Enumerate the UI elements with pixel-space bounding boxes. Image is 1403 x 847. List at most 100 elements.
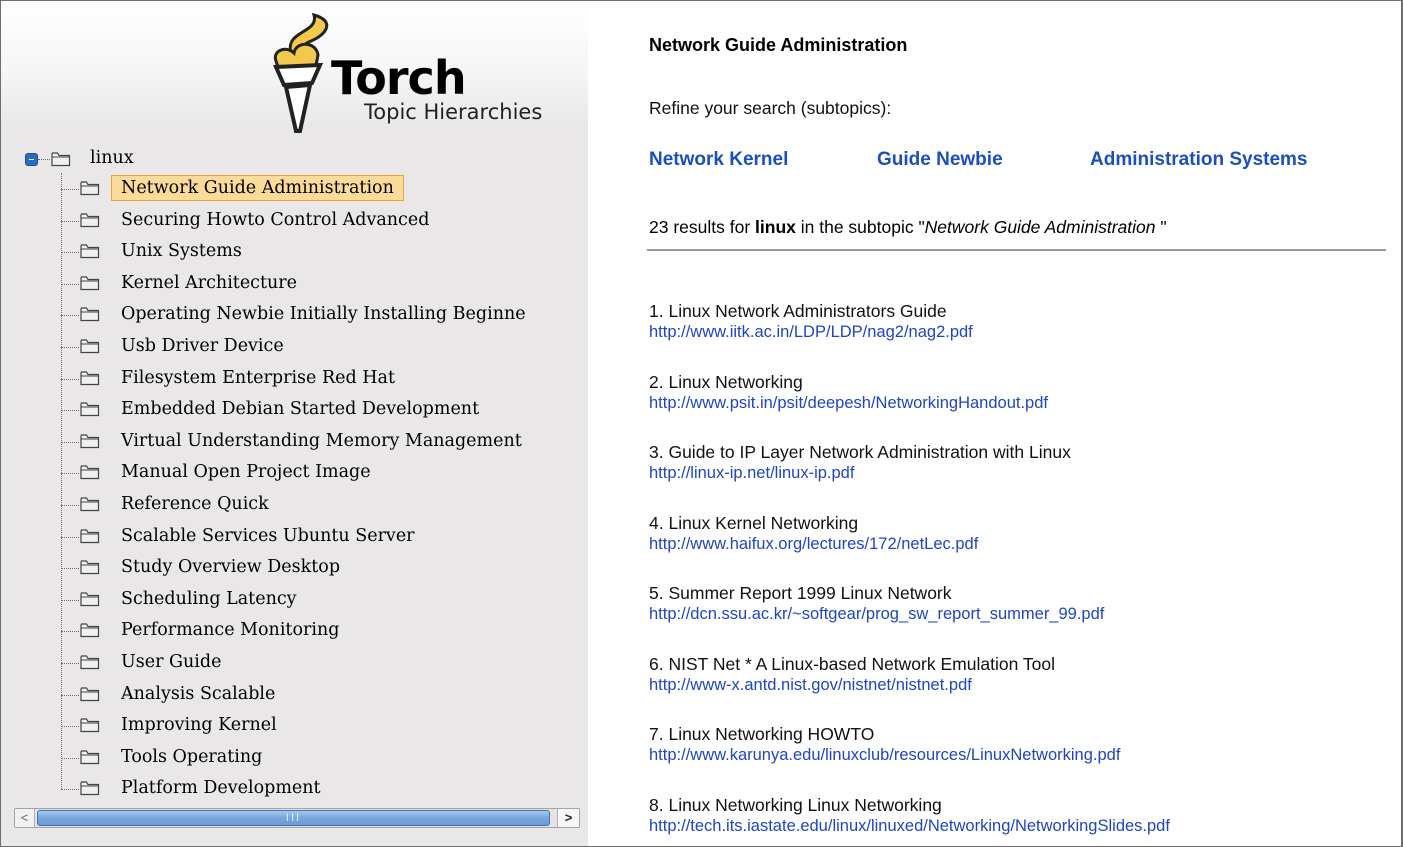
subtopic-link[interactable]: Guide Newbie	[877, 149, 1003, 171]
folder-icon	[80, 307, 100, 322]
folder-icon	[80, 276, 100, 290]
folder-icon	[80, 181, 100, 196]
result-title: 6. NIST Net * A Linux-based Network Emul…	[649, 653, 1055, 674]
tree-item[interactable]: Study Overview Desktop	[1, 552, 588, 583]
folder-icon	[80, 592, 100, 606]
summary-suffix: "	[1155, 217, 1167, 237]
folder-icon	[80, 528, 100, 543]
tree-connector	[61, 631, 79, 633]
tree-connector	[38, 159, 50, 160]
result-item: 6. NIST Net * A Linux-based Network Emul…	[649, 654, 1055, 696]
result-url-link[interactable]: http://www.karunya.edu/linuxclub/resourc…	[649, 745, 1120, 766]
folder-icon	[80, 434, 100, 448]
tree-item[interactable]: Usb Driver Device	[1, 331, 588, 362]
tree-root[interactable]: linux	[1, 143, 301, 173]
folder-icon	[80, 465, 100, 480]
subtopic-link[interactable]: Network Kernel	[649, 149, 788, 171]
tree-connector	[61, 473, 79, 475]
result-item: 5. Summer Report 1999 Linux Network http:…	[649, 583, 1104, 625]
horizontal-scrollbar[interactable]: < III >	[14, 808, 580, 828]
tree-item-label: Reference Quick	[121, 494, 269, 514]
folder-icon	[80, 655, 100, 670]
result-url-link[interactable]: http://www.psit.in/psit/deepesh/Networki…	[649, 393, 1048, 414]
result-item: 7. Linux Networking HOWTO http://www.karu…	[649, 724, 1120, 766]
folder-icon	[51, 152, 71, 167]
tree-item[interactable]: Improving Kernel	[1, 710, 588, 741]
summary-middle: in the subtopic "	[795, 217, 925, 237]
tree-item[interactable]: Unix Systems	[1, 236, 588, 267]
tree-item[interactable]: Filesystem Enterprise Red Hat	[1, 363, 588, 394]
summary-subtopic: Network Guide Administration	[924, 217, 1156, 237]
tree-connector	[61, 441, 79, 443]
folder-icon	[80, 212, 100, 227]
tree-connector	[61, 283, 79, 285]
scroll-right-button[interactable]: >	[557, 809, 579, 827]
subtopic-link[interactable]: Administration Systems	[1090, 149, 1308, 171]
folder-icon	[80, 339, 100, 354]
refine-label: Refine your search (subtopics):	[649, 98, 892, 118]
result-url-link[interactable]: http://www.haifux.org/lectures/172/netLe…	[649, 534, 978, 555]
tree-connector	[61, 694, 79, 696]
folder-icon	[80, 750, 100, 764]
tree-connector	[61, 536, 79, 538]
logo-area: Torch Topic Hierarchies	[1, 1, 588, 133]
folder-icon	[80, 402, 100, 417]
tree-item[interactable]: Securing Howto Control Advanced	[1, 205, 588, 236]
brand-subtitle: Topic Hierarchies	[364, 100, 543, 124]
tree-item[interactable]: User Guide	[1, 647, 588, 678]
result-title: 5. Summer Report 1999 Linux Network	[649, 583, 952, 603]
result-item: 4. Linux Kernel Networking http://www.hai…	[649, 513, 978, 555]
result-title: 3. Guide to IP Layer Network Administrat…	[649, 442, 1071, 462]
tree-item[interactable]: Manual Open Project Image	[1, 457, 588, 488]
results-panel: Network Guide Administration Refine your…	[588, 1, 1400, 846]
summary-prefix: 23 results for	[649, 217, 756, 237]
tree-item[interactable]: Tools Operating	[1, 742, 588, 773]
tree-item[interactable]: Network Guide Administration	[1, 173, 588, 204]
result-url-link[interactable]: http://www.iitk.ac.in/LDP/LDP/nag2/nag2.…	[649, 322, 973, 343]
folder-icon	[80, 244, 100, 259]
folder-icon	[80, 370, 100, 385]
tree-item[interactable]: Scheduling Latency	[1, 584, 588, 615]
tree-item-label: Study Overview Desktop	[121, 557, 341, 578]
tree-root-label: linux	[90, 148, 134, 168]
result-item: 8. Linux Networking Linux Networking http…	[649, 795, 1170, 837]
tree-item[interactable]: Performance Monitoring	[1, 615, 588, 646]
result-title: 4. Linux Kernel Networking	[649, 512, 859, 533]
tree-item-label: Performance Monitoring	[121, 620, 340, 641]
tree-item[interactable]: Embedded Debian Started Development	[1, 394, 588, 425]
tree-item-label: Embedded Debian Started Development	[121, 399, 480, 420]
topic-title: Network Guide Administration	[649, 35, 908, 55]
tree-item[interactable]: Platform Development	[1, 773, 588, 804]
tree-item[interactable]: Kernel Architecture	[1, 268, 588, 299]
tree-connector	[61, 347, 79, 348]
tree-item-label: Platform Development	[121, 778, 321, 799]
tree-connector	[61, 378, 79, 380]
folder-icon	[80, 781, 100, 796]
tree-item[interactable]: Analysis Scalable	[1, 679, 588, 710]
result-url-link[interactable]: http://dcn.ssu.ac.kr/~softgear/prog_sw_r…	[649, 604, 1104, 625]
scroll-left-button[interactable]: <	[15, 809, 35, 827]
result-url-link[interactable]: http://tech.its.iastate.edu/linux/linuxe…	[649, 816, 1170, 837]
tree-connector	[61, 599, 79, 601]
tree-item-label: Filesystem Enterprise Red Hat	[121, 367, 395, 388]
folder-icon	[80, 686, 100, 701]
folder-icon	[80, 718, 100, 733]
tree-item[interactable]: Scalable Services Ubuntu Server	[1, 521, 588, 552]
result-item: 2. Linux Networking http://www.psit.in/ps…	[649, 372, 1048, 414]
tree-item-label: Virtual Understanding Memory Management	[121, 430, 522, 451]
tree-item-label: Improving Kernel	[121, 715, 277, 736]
tree-item[interactable]: Virtual Understanding Memory Management	[1, 426, 588, 457]
result-title: 2. Linux Networking	[649, 371, 803, 392]
tree-item[interactable]: Reference Quick	[1, 489, 588, 520]
tree-item-label: Scalable Services Ubuntu Server	[121, 525, 415, 546]
topic-sidebar: Torch Topic Hierarchies linux Network Gu…	[1, 1, 588, 846]
scroll-thumb[interactable]: III	[37, 810, 550, 826]
tree-connector	[61, 568, 79, 570]
collapse-icon[interactable]	[25, 153, 38, 166]
tree-item[interactable]: Operating Newbie Initially Installing Be…	[1, 299, 588, 330]
summary-query: linux	[755, 217, 796, 237]
tree-connector	[61, 789, 79, 791]
result-url-link[interactable]: http://linux-ip.net/linux-ip.pdf	[649, 463, 1071, 484]
result-url-link[interactable]: http://www-x.antd.nist.gov/nistnet/nistn…	[649, 675, 1055, 696]
tree-item-label: Securing Howto Control Advanced	[121, 209, 430, 230]
